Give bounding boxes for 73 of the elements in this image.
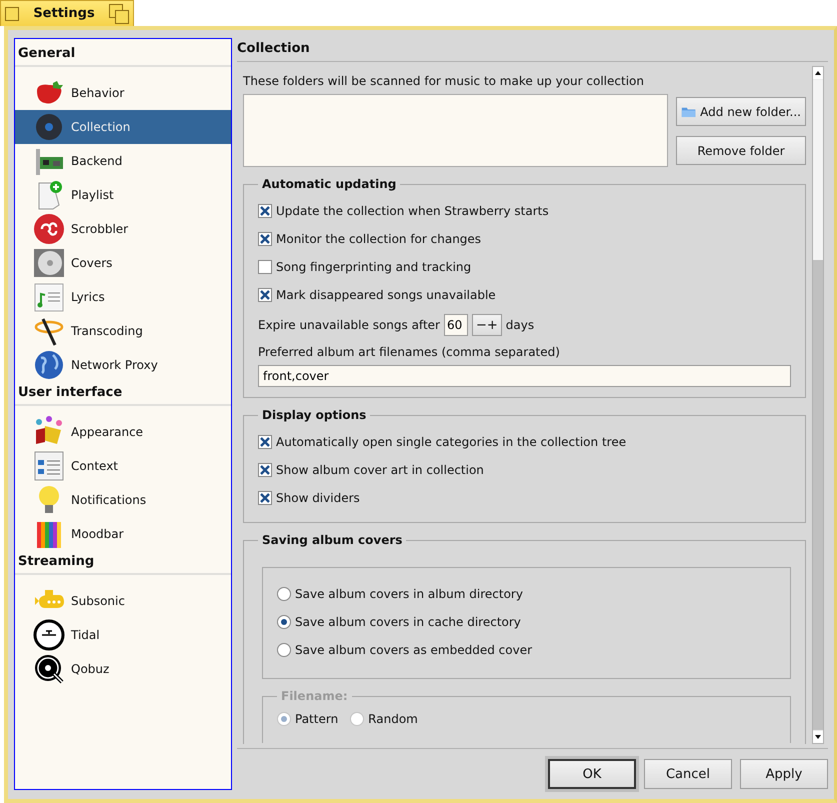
dialog-button[interactable]: Apply [740,759,828,789]
checkbox[interactable] [258,232,272,246]
scrollbar[interactable] [812,66,824,744]
page-title: Collection [237,41,310,56]
sidebar-item[interactable]: Behavior [15,76,231,110]
sidebar-item[interactable]: Collection [15,110,231,144]
group-title: Filename: [280,689,349,703]
unit-label: days [506,318,534,332]
radio-button[interactable] [277,587,291,601]
sidebar-item[interactable]: Backend [15,144,231,178]
group-title: Automatic updating [261,177,398,191]
filenames-field[interactable]: front,cover [258,365,791,387]
dialog-button[interactable]: OK [548,759,636,789]
globe-icon [33,349,65,381]
ring-icon [33,619,65,651]
group-title: Display options [261,408,368,422]
radio-button[interactable] [277,643,291,657]
checkbox[interactable] [258,463,272,477]
radio-button[interactable] [277,615,291,629]
sidebar-item[interactable]: Covers [15,246,231,280]
sidebar-item[interactable]: Transcoding [15,314,231,348]
checkbox-label: Automatically open single categories in the collection tree [276,435,626,449]
sidebar-item[interactable]: Network Proxy [15,348,231,382]
close-icon[interactable] [5,6,19,20]
checkbox-label: Song fingerprinting and tracking [276,260,472,274]
radio-label: Random [368,712,418,726]
window-tab[interactable]: Settings [0,0,134,26]
sidebar-item[interactable]: Lyrics [15,280,231,314]
checkbox[interactable] [258,204,272,218]
zoom-icon[interactable] [109,4,129,24]
sidebar-item[interactable]: Qobuz [15,652,231,686]
scroll-up-icon[interactable] [813,67,823,79]
add-folder-button[interactable]: Add new folder... [676,97,806,126]
radio-label: Pattern [295,712,338,726]
record-magnifier-icon [33,653,65,685]
folders-description: These folders will be scanned for music to make up your collection [243,74,645,88]
step-buttons[interactable]: −+ [472,314,502,336]
checkbox-label: Update the collection when Strawberry starts [276,204,549,218]
field-label: Preferred album art filenames (comma separated) [258,345,561,359]
group-title: Saving album covers [261,533,404,547]
days-spinbox[interactable]: 60 [444,314,468,336]
radio-label: Save album covers as embedded cover [295,643,532,657]
sidebar-item[interactable]: Playlist [15,178,231,212]
scroll-down-icon[interactable] [813,731,823,743]
music-note-icon [33,281,65,313]
sidebar-item[interactable]: Moodbar [15,517,231,551]
sidebar-item[interactable]: Subsonic [15,584,231,618]
sidebar-item[interactable]: Appearance [15,415,231,449]
checkbox[interactable] [258,260,272,274]
window-list-icon [33,450,65,482]
checkbox[interactable] [258,491,272,505]
dialog-button[interactable]: Cancel [644,759,732,789]
checkbox[interactable] [258,435,272,449]
checkbox-label: Show album cover art in collection [276,463,484,477]
checkbox-label: Monitor the collection for changes [276,232,482,246]
radio-label: Save album covers in album directory [295,587,523,601]
sidebar-item[interactable]: Scrobbler [15,212,231,246]
checkbox[interactable] [258,288,272,302]
sidebar-item[interactable]: Context [15,449,231,483]
spin-label: Expire unavailable songs after [258,318,440,332]
checkbox-label: Show dividers [276,491,360,505]
radio-label: Save album covers in cache directory [295,615,521,629]
remove-folder-button[interactable]: Remove folder [676,136,806,165]
section-title: Streaming [18,554,94,569]
folder-list[interactable] [243,94,668,167]
section-title: User interface [18,385,122,400]
sidebar-item[interactable]: Notifications [15,483,231,517]
checkbox-label: Mark disappeared songs unavailable [276,288,496,302]
sidebar-item[interactable]: Tidal [15,618,231,652]
vinyl-record-icon [33,111,65,143]
section-title: General [18,46,76,61]
scroll-thumb[interactable] [813,80,823,260]
logo-badge-icon [33,213,65,245]
